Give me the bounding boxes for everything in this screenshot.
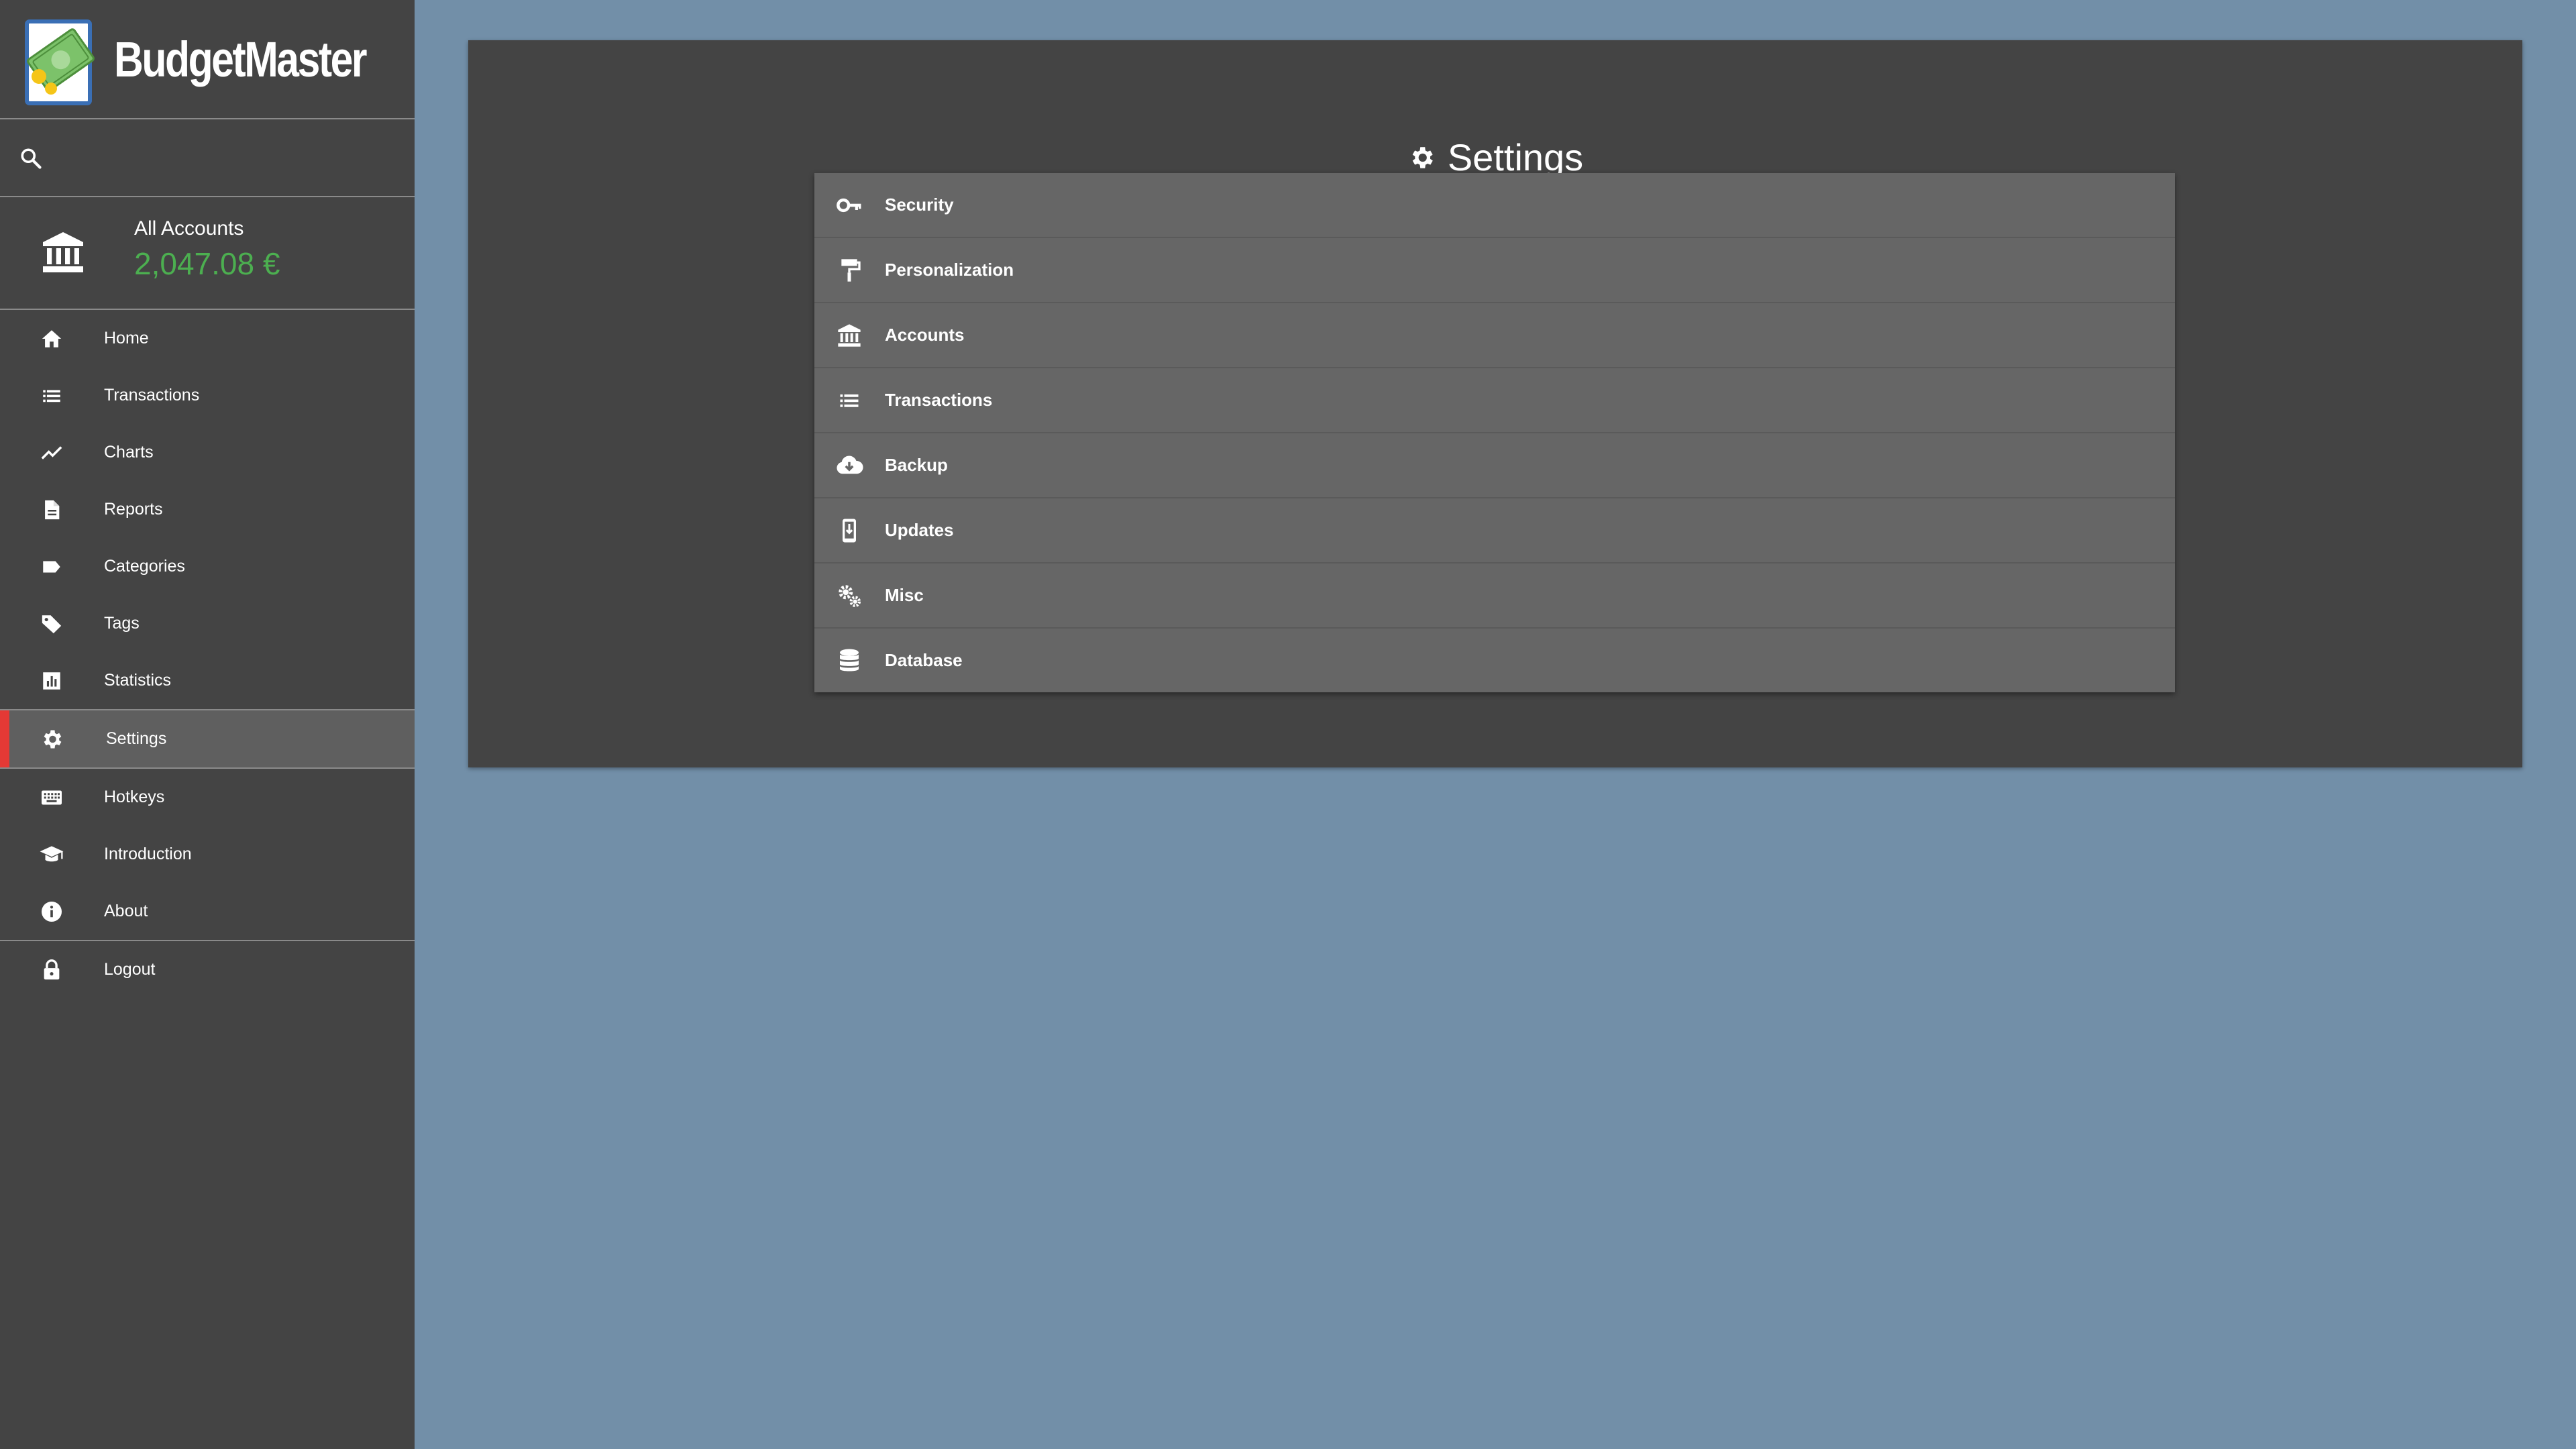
account-name: All Accounts bbox=[134, 217, 244, 239]
settings-item-transactions[interactable]: Transactions bbox=[814, 368, 2175, 433]
settings-item-label: Security bbox=[885, 195, 954, 215]
settings-item-accounts[interactable]: Accounts bbox=[814, 303, 2175, 368]
account-selector[interactable]: All Accounts 2,047.08 € bbox=[0, 197, 415, 310]
search-bar bbox=[0, 119, 415, 197]
gears-icon bbox=[835, 581, 864, 610]
sidebar-item-label: Logout bbox=[104, 960, 156, 979]
settings-item-security[interactable]: Security bbox=[814, 173, 2175, 238]
sidebar-item-statistics[interactable]: Statistics bbox=[0, 652, 415, 709]
sidebar-item-label: Transactions bbox=[104, 386, 200, 405]
settings-panel: Settings Security Personalization Accoun… bbox=[468, 40, 2522, 767]
sidebar-item-label: Home bbox=[104, 329, 149, 347]
sidebar-item-label: Settings bbox=[106, 729, 167, 748]
cloud-download-icon bbox=[835, 451, 864, 480]
keyboard-icon bbox=[39, 785, 64, 810]
key-icon bbox=[835, 191, 864, 220]
settings-item-label: Backup bbox=[885, 455, 948, 475]
list-icon bbox=[835, 386, 864, 415]
settings-item-label: Personalization bbox=[885, 260, 1014, 280]
tag-icon bbox=[39, 611, 64, 637]
sidebar-item-hotkeys[interactable]: Hotkeys bbox=[0, 769, 415, 826]
settings-item-label: Database bbox=[885, 650, 963, 670]
app-logo[interactable] bbox=[24, 15, 97, 106]
sidebar-item-label: Statistics bbox=[104, 671, 172, 690]
paint-roller-icon bbox=[835, 256, 864, 285]
chart-line-icon bbox=[39, 440, 64, 466]
sidebar-item-label: About bbox=[104, 902, 148, 920]
settings-item-label: Accounts bbox=[885, 325, 965, 345]
sidebar-item-tags[interactable]: Tags bbox=[0, 595, 415, 652]
sidebar-item-categories[interactable]: Categories bbox=[0, 538, 415, 595]
gear-icon bbox=[1407, 144, 1436, 172]
search-input[interactable] bbox=[54, 136, 392, 180]
settings-item-updates[interactable]: Updates bbox=[814, 498, 2175, 564]
lock-icon bbox=[39, 957, 64, 983]
settings-item-label: Misc bbox=[885, 585, 924, 605]
info-icon bbox=[39, 899, 64, 924]
settings-item-backup[interactable]: Backup bbox=[814, 433, 2175, 498]
sidebar-item-label: Introduction bbox=[104, 845, 192, 863]
graduation-cap-icon bbox=[39, 842, 64, 867]
system-update-icon bbox=[835, 516, 864, 545]
settings-item-label: Updates bbox=[885, 520, 954, 540]
sidebar-item-label: Tags bbox=[104, 614, 140, 633]
search-icon[interactable] bbox=[19, 146, 43, 170]
sidebar-item-label: Hotkeys bbox=[104, 788, 165, 806]
gear-icon bbox=[39, 727, 64, 752]
sidebar-item-logout[interactable]: Logout bbox=[0, 941, 415, 998]
sidebar-item-charts[interactable]: Charts bbox=[0, 424, 415, 481]
sidebar-item-reports[interactable]: Reports bbox=[0, 481, 415, 538]
sidebar-item-label: Categories bbox=[104, 557, 185, 576]
settings-list: Security Personalization Accounts Transa… bbox=[814, 173, 2175, 692]
bank-icon bbox=[835, 321, 864, 350]
sidebar-item-home[interactable]: Home bbox=[0, 310, 415, 367]
document-icon bbox=[39, 497, 64, 523]
label-icon bbox=[39, 554, 64, 580]
account-balance: 2,047.08 € bbox=[134, 246, 280, 281]
bank-icon bbox=[39, 228, 87, 276]
sidebar-item-transactions[interactable]: Transactions bbox=[0, 367, 415, 424]
sidebar-item-label: Charts bbox=[104, 443, 154, 462]
settings-item-label: Transactions bbox=[885, 390, 993, 410]
home-icon bbox=[39, 326, 64, 352]
settings-item-database[interactable]: Database bbox=[814, 629, 2175, 692]
sidebar-item-label: Reports bbox=[104, 500, 163, 519]
database-icon bbox=[835, 646, 864, 676]
app-name: BudgetMaster bbox=[114, 32, 368, 87]
bar-chart-icon bbox=[39, 668, 64, 694]
logo-area: BudgetMaster bbox=[0, 0, 415, 119]
settings-item-misc[interactable]: Misc bbox=[814, 564, 2175, 629]
settings-item-personalization[interactable]: Personalization bbox=[814, 238, 2175, 303]
sidebar-item-introduction[interactable]: Introduction bbox=[0, 826, 415, 883]
sidebar: BudgetMaster All Accounts 2,047.08 € Hom… bbox=[0, 0, 415, 1449]
list-icon bbox=[39, 383, 64, 409]
sidebar-item-about[interactable]: About bbox=[0, 883, 415, 940]
sidebar-item-settings[interactable]: Settings bbox=[0, 710, 415, 767]
